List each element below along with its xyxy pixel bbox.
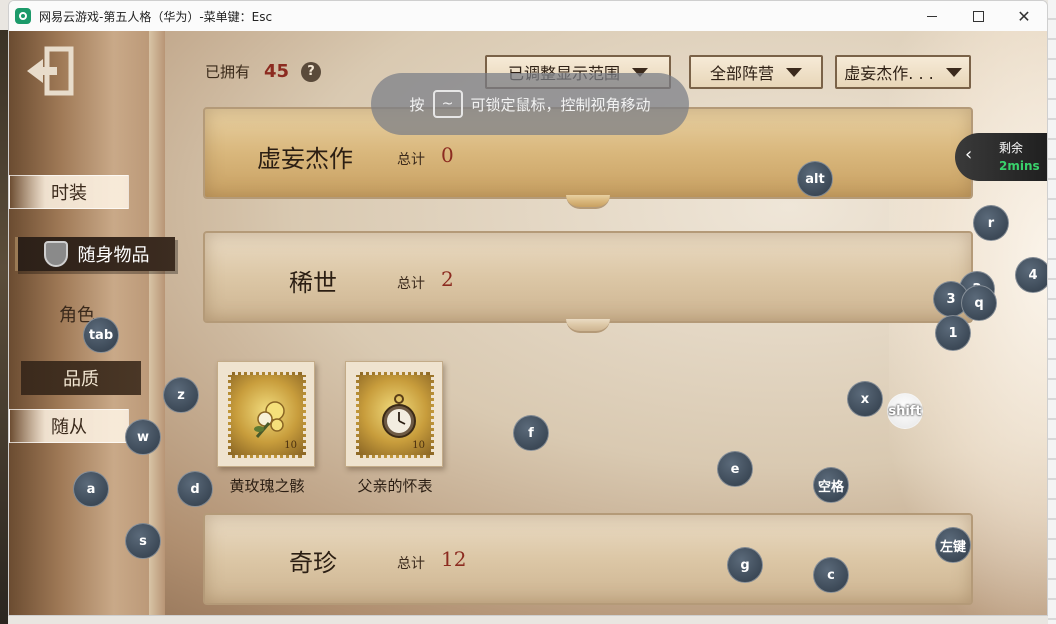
key-overlay-q[interactable]: q [961, 285, 997, 321]
key-overlay-4[interactable]: 4 [1015, 257, 1047, 293]
sidebar-item-label: 随从 [51, 417, 87, 438]
key-overlay-shift[interactable]: shift [887, 393, 923, 429]
category-name: 虚妄杰作 [257, 145, 353, 173]
pocket-watch-icon [382, 394, 416, 438]
category-total-value: 12 [441, 547, 467, 571]
rose-icon [254, 401, 285, 438]
item-yellow-rose[interactable]: 10 黄玫瑰之骸 [213, 357, 321, 497]
category-card-rare[interactable]: 稀世 总计 2 [203, 231, 973, 333]
key-overlay-space[interactable]: 空格 [813, 467, 849, 503]
item-name: 父亲的怀表 [357, 477, 433, 495]
sidebar-item-follower[interactable]: 随从 [9, 409, 129, 443]
key-overlay-1[interactable]: 1 [935, 315, 971, 351]
sidebar-item-label: 时装 [51, 183, 87, 204]
window-title: 网易云游戏-第五人格（华为）-菜单键：Esc [39, 9, 273, 24]
key-overlay-left-click[interactable]: 左键 [935, 527, 971, 563]
key-overlay-tab[interactable]: tab [83, 317, 119, 353]
dropdown-label: 虚妄杰作. . . [844, 64, 934, 83]
category-name: 奇珍 [289, 549, 337, 577]
close-button[interactable]: ✕ [1001, 1, 1047, 31]
item-name: 黄玫瑰之骸 [229, 477, 305, 495]
hint-prefix: 按 [409, 95, 425, 114]
sidebar-item-quality[interactable]: 品质 [21, 361, 141, 395]
netease-cloud-game-icon [15, 8, 31, 24]
card-notch [566, 195, 610, 209]
stamp-art-bg: 10 [228, 372, 306, 458]
dropdown-label: 全部阵营 [709, 64, 774, 83]
tilde-key-icon: ~ [432, 90, 463, 118]
minimize-button[interactable] [909, 1, 955, 31]
desktop-background-left [0, 30, 8, 624]
key-overlay-f[interactable]: f [513, 415, 549, 451]
chevron-down-icon [786, 67, 802, 77]
item-fathers-watch[interactable]: 10 父亲的怀表 [341, 357, 449, 497]
owned-value: 45 [264, 61, 290, 82]
owned-label: 已拥有 [205, 63, 251, 81]
remaining-label: 剩余 [999, 141, 1024, 155]
hint-text: 可锁定鼠标，控制视角移动 [470, 95, 651, 114]
key-overlay-w[interactable]: w [125, 419, 161, 455]
stamp-number: 10 [412, 440, 425, 451]
key-overlay-r[interactable]: r [973, 205, 1009, 241]
sidebar-item-label: 随身物品 [77, 245, 150, 266]
category-total-value: 0 [441, 143, 454, 167]
remaining-time-tab[interactable]: ‹ 剩余 2mins [955, 133, 1047, 181]
key-overlay-c[interactable]: c [813, 557, 849, 593]
category-total-label: 总计 [397, 152, 425, 168]
key-overlay-x[interactable]: x [847, 381, 883, 417]
help-icon[interactable]: ? [301, 61, 322, 82]
category-card-treasure[interactable]: 奇珍 总计 12 [203, 513, 973, 605]
category-total-label: 总计 [397, 276, 425, 292]
sidebar-item-label: 品质 [63, 369, 99, 390]
key-overlay-z[interactable]: z [163, 377, 199, 413]
exit-door-icon[interactable] [23, 43, 79, 99]
key-overlay-s[interactable]: s [125, 523, 161, 559]
sidebar-item-fashion[interactable]: 时装 [9, 175, 129, 209]
key-overlay-a[interactable]: a [73, 471, 109, 507]
item-stamp: 10 [345, 361, 443, 467]
shield-icon [43, 241, 68, 267]
key-overlay-e[interactable]: e [717, 451, 753, 487]
app-window: 网易云游戏-第五人格（华为）-菜单键：Esc ✕ 时装 随身物品 角色 品质 随 [8, 0, 1048, 616]
sidebar-item-accessories[interactable]: 随身物品 [15, 237, 175, 271]
window-controls: ✕ [909, 1, 1047, 31]
key-overlay-d[interactable]: d [177, 471, 213, 507]
owned-count: 已拥有 45 ? [205, 61, 322, 82]
category-total-value: 2 [441, 267, 454, 291]
mouse-lock-hint: 按 ~ 可锁定鼠标，控制视角移动 [371, 73, 689, 135]
key-overlay-alt[interactable]: alt [797, 161, 833, 197]
category-total-label: 总计 [397, 556, 425, 572]
title-bar: 网易云游戏-第五人格（华为）-菜单键：Esc ✕ [9, 1, 1047, 31]
chevron-down-icon [945, 67, 962, 77]
category-name: 稀世 [289, 269, 337, 297]
desktop-background-strip [1048, 0, 1056, 624]
card-notch [566, 319, 610, 333]
faction-dropdown[interactable]: 全部阵营 [689, 55, 823, 89]
quality-dropdown[interactable]: 虚妄杰作. . . [835, 55, 971, 89]
sidebar-item-character[interactable]: 角色 [17, 297, 137, 331]
stamp-art-bg: 10 [356, 372, 434, 458]
item-stamp: 10 [217, 361, 315, 467]
stamp-number: 10 [284, 440, 297, 451]
chevron-left-icon: ‹ [965, 144, 973, 165]
key-overlay-g[interactable]: g [727, 547, 763, 583]
maximize-button[interactable] [955, 1, 1001, 31]
remaining-value: 2mins [999, 159, 1040, 173]
game-viewport[interactable]: 时装 随身物品 角色 品质 随从 已拥有 45 ? 已调整显示范围 全部阵营 [9, 31, 1047, 615]
